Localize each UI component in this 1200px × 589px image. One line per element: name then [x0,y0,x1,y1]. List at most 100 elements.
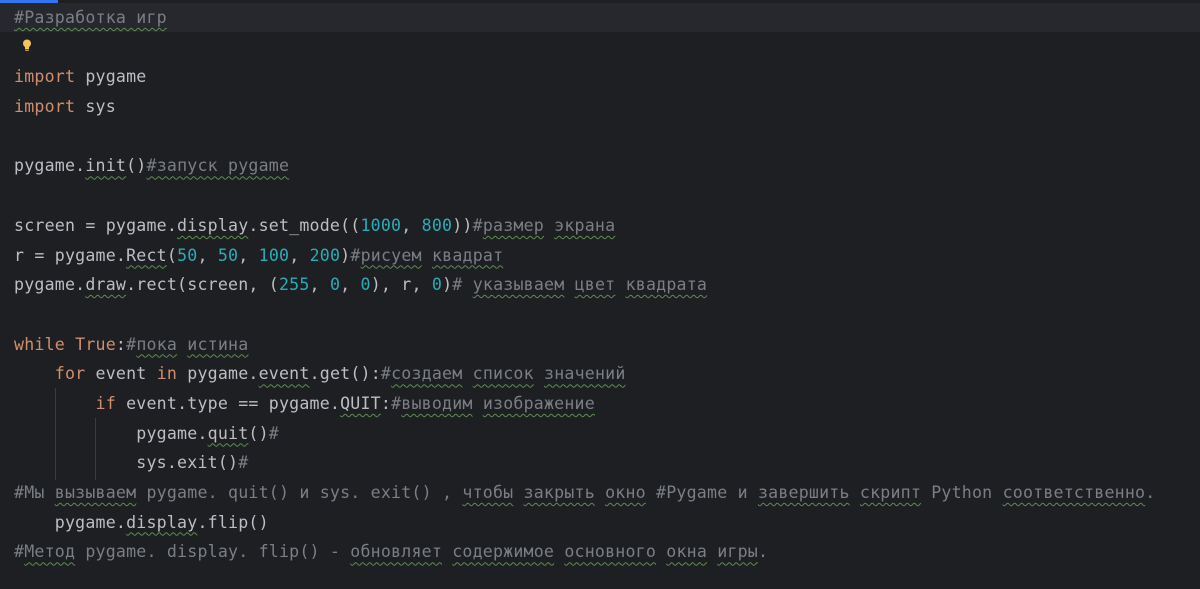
code-line-2[interactable] [14,33,1200,63]
number: 50 [217,245,239,265]
code-text: ), r, [370,275,432,295]
code-line-19[interactable]: #Метод pygame. display. flip() - обновля… [14,537,1200,567]
comment-word: основного [564,542,657,562]
number: 0 [329,275,341,295]
comment: # [238,453,249,473]
comment [554,542,564,561]
comment: #Разработка игр [14,8,167,27]
comment: # [126,334,137,354]
keyword: True [75,334,116,354]
comment-word: список [472,364,534,384]
comment-word: истина [187,334,249,354]
number: 0 [360,275,371,295]
number: 255 [278,275,310,295]
number: 1000 [360,215,402,235]
number: 100 [258,245,290,265]
comment-word: квадрата [625,275,708,295]
comment [177,335,187,354]
module-name: draw [85,275,127,295]
comment-word: завершить [757,483,850,502]
comment: # [14,542,25,562]
keyword: if [95,393,116,413]
comment-word: создаем [391,364,463,384]
keyword: while [14,334,65,354]
code-text: sys.exit() [136,453,239,473]
comment-word: Метод [24,542,76,562]
comment: # [452,275,473,295]
comment [615,275,625,294]
code-text: .rect(screen, ( [126,275,279,295]
keyword: import [14,67,76,87]
code-text: r = pygame. [14,245,127,265]
code-line-12[interactable]: while True:#пока истина [14,330,1200,360]
code-line-8[interactable]: screen = pygame.display.set_mode((1000, … [14,211,1200,241]
code-line-5[interactable] [14,122,1200,152]
function-name: quit [207,423,249,443]
number: 800 [421,215,453,235]
code-line-7[interactable] [14,181,1200,211]
comment-word: рисуем [360,245,422,265]
code-text: , [197,245,218,265]
comment: # [380,364,392,384]
code-line-1[interactable]: #Разработка игр [14,3,1200,33]
code-text: ) [442,275,453,295]
comment-word: содержимое [452,542,555,562]
code-text: ( [166,245,178,265]
comment-word: игры [717,542,758,562]
code-line-18[interactable]: pygame.display.flip() [14,508,1200,538]
comment: pygame. quit() и sys. exit() , [136,483,463,502]
function-name: init [85,156,127,176]
comment [564,275,574,294]
code-line-6[interactable]: pygame.init()#запуск pygame [14,151,1200,181]
comment: . [1145,483,1156,502]
comment: . [757,542,769,562]
code-editor[interactable]: #Разработка игр import pygame import sys… [0,0,1200,589]
code-text: () [126,156,147,176]
identifier: sys [75,97,116,117]
code-line-11[interactable] [14,300,1200,330]
comment: pygame. display. flip() - [75,542,351,562]
comment-word: размер [482,215,544,235]
code-line-3[interactable]: import pygame [14,62,1200,92]
comment-word: пока [136,334,178,354]
comment [656,542,666,561]
code-text: : [380,393,392,413]
code-line-14[interactable]: if event.type == pygame.QUIT:#выводим из… [14,389,1200,419]
code-text: : [115,334,127,354]
comment-word: окна [666,542,708,562]
code-line-9[interactable]: r = pygame.Rect(50, 50, 100, 200)#рисуем… [14,241,1200,271]
comment [544,216,554,235]
code-text: , [401,215,422,235]
code-text: , [340,275,361,295]
code-line-13[interactable]: for event in pygame.event.get():#создаем… [14,359,1200,389]
comment: # [391,393,402,413]
code-line-15[interactable]: pygame.quit()# [14,419,1200,449]
comment-word: обновляет [350,542,443,562]
code-line-16[interactable]: sys.exit()# [14,448,1200,478]
code-line-10[interactable]: pygame.draw.rect(screen, (255, 0, 0), r,… [14,270,1200,300]
number: 0 [431,275,443,295]
comment: Python [921,483,1003,502]
comment: #Pygame и [645,483,758,502]
code-text: pygame. [14,275,86,295]
code-text: .flip() [197,512,269,532]
comment [462,364,472,383]
comment-word: указываем [472,275,565,295]
keyword: import [14,97,76,117]
code-text: , [289,245,310,265]
comment-word: скрипт [859,483,922,502]
class-name: Rect [126,245,167,265]
comment: # [472,215,483,235]
code-line-17[interactable]: #Мы вызываем pygame. quit() и sys. exit(… [14,478,1200,508]
code-text: pygame. [54,512,127,532]
comment [473,394,483,413]
code-line-4[interactable]: import sys [14,92,1200,122]
comment: #запуск pygame [146,156,290,176]
code-lines: #Разработка игр import pygame import sys… [14,3,1200,567]
comment-word: чтобы [462,483,514,502]
code-text: , [309,275,330,295]
module-name: display [177,215,249,235]
module-name: display [126,512,198,532]
keyword: in [156,364,178,384]
code-text: () [248,423,269,443]
